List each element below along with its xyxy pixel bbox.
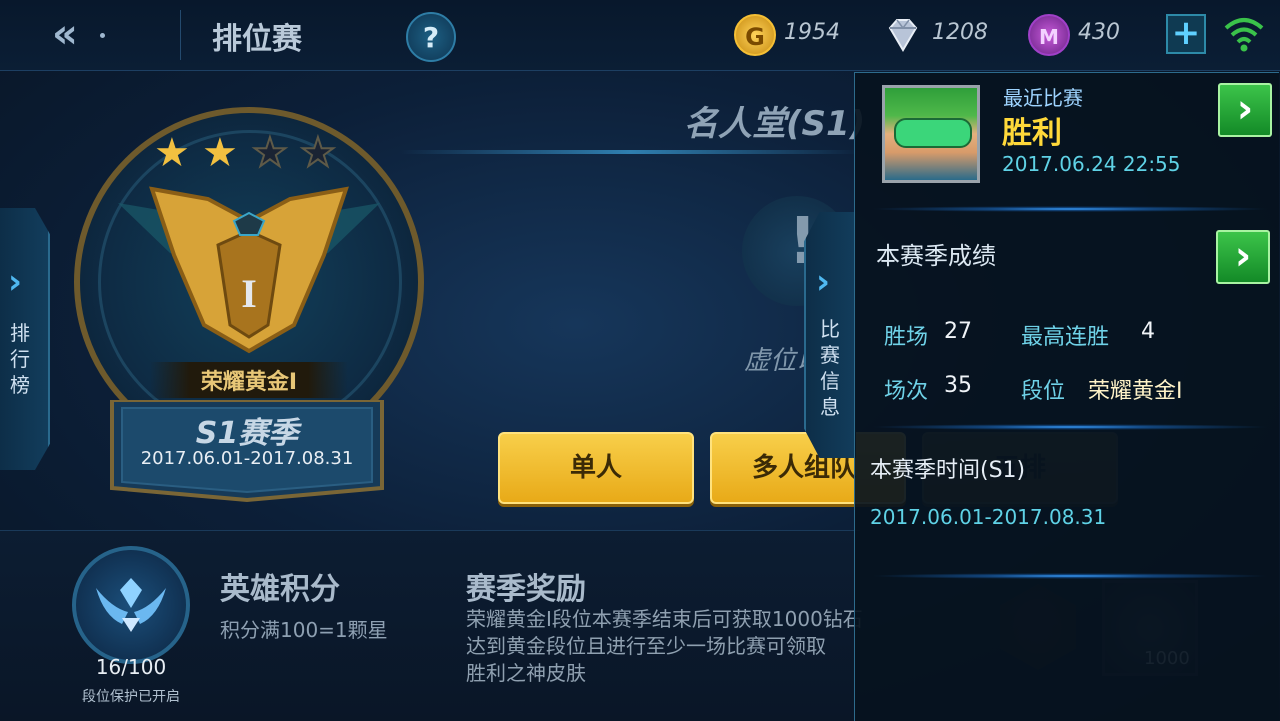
season-dates: 2017.06.01-2017.08.31: [140, 448, 354, 469]
matches-label: 场次: [884, 379, 929, 404]
season-time-value: 2017.06.01-2017.08.31: [870, 505, 1107, 529]
gold-tier-emblem-icon: I: [118, 186, 380, 354]
gold-coin-icon: G: [734, 14, 776, 56]
wifi-icon: [1224, 18, 1264, 52]
wings-emblem-icon: [96, 578, 166, 632]
streak-value: 4: [1141, 319, 1155, 344]
tier-numeral: I: [241, 271, 257, 316]
wins-label: 胜场: [884, 325, 929, 350]
matches-value: 35: [944, 373, 972, 398]
tier-value: 荣耀黄金I: [1088, 379, 1183, 404]
back-dot: [100, 33, 105, 38]
season-name: S1赛季: [195, 416, 299, 451]
star-filled-icon: ★: [154, 130, 190, 176]
season-time-title: 本赛季时间(S1): [870, 458, 1026, 483]
m-coin-amount: 430: [1078, 20, 1120, 45]
wins-value: 27: [944, 319, 972, 344]
streak-label: 最高连胜: [1021, 325, 1110, 350]
gold-amount: 1954: [784, 20, 840, 45]
hero-score-title: 英雄积分: [220, 572, 340, 607]
glow-divider: [870, 206, 1270, 212]
glow-divider: [400, 150, 860, 154]
rank-protect-status: 段位保护已开启: [82, 689, 180, 705]
help-icon[interactable]: ?: [406, 12, 456, 62]
solo-mode-button[interactable]: 单人: [498, 432, 694, 504]
chevron-right-icon: ›: [816, 262, 831, 302]
recent-match-label: 最近比赛: [1003, 86, 1083, 110]
hero-score-value: 16/100: [95, 655, 167, 679]
hero-score-desc: 积分满100=1颗星: [220, 618, 388, 642]
glow-divider: [870, 424, 1270, 430]
tier-name: 荣耀黄金I: [200, 370, 298, 395]
hall-of-fame-title: 名人堂(S1): [684, 104, 866, 144]
glow-divider: [870, 573, 1270, 579]
star-empty-icon: ★: [299, 130, 337, 176]
divider: [180, 10, 181, 60]
season-record-title: 本赛季成绩: [876, 242, 996, 270]
page-title: 排位赛: [212, 22, 302, 57]
avatar-goggles: [894, 118, 972, 148]
recent-match-result: 胜利: [1002, 116, 1062, 151]
star-empty-icon: ★: [251, 130, 289, 176]
chevron-right-icon: ›: [8, 262, 23, 302]
tier-label: 段位: [1021, 379, 1066, 404]
star-filled-icon: ★: [202, 130, 238, 176]
season-reward-title: 赛季奖励: [466, 572, 586, 607]
diamond-amount: 1208: [932, 20, 988, 45]
m-coin-icon: M: [1028, 14, 1070, 56]
recent-match-arrow-button[interactable]: ›: [1218, 83, 1272, 137]
diamond-icon: [888, 19, 918, 52]
season-record-arrow-button[interactable]: ›: [1216, 230, 1270, 284]
plus-icon[interactable]: +: [1166, 14, 1206, 54]
match-info-tab-label: 比赛信息: [820, 317, 840, 419]
leaderboard-tab-label: 排行榜: [10, 321, 30, 397]
recent-match-time: 2017.06.24 22:55: [1002, 152, 1181, 176]
